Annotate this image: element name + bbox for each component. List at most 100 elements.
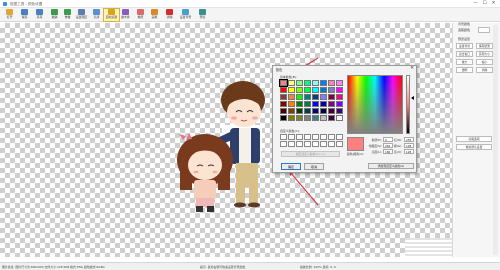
right-panel-button[interactable]: 保存结果 <box>476 43 493 49</box>
toolbar-button-magic-wand[interactable]: 魔术棒 <box>118 9 133 21</box>
toolbar-button-background[interactable]: 设置背景 <box>178 9 193 21</box>
custom-color-swatch[interactable] <box>320 141 327 147</box>
green-field[interactable]: 128 <box>404 143 414 148</box>
custom-color-swatch[interactable] <box>280 134 287 140</box>
add-to-custom-colors-button[interactable]: 添加到自定义颜色(A) <box>368 163 414 169</box>
basic-color-swatch[interactable] <box>280 108 287 114</box>
basic-color-swatch[interactable] <box>280 101 287 107</box>
reset-defaults-button[interactable]: 恢复默认设置 <box>456 144 492 150</box>
basic-color-swatch[interactable] <box>304 94 311 100</box>
custom-color-swatch[interactable] <box>312 134 319 140</box>
custom-color-swatch[interactable] <box>336 141 343 147</box>
custom-color-swatch[interactable] <box>312 141 319 147</box>
basic-color-swatch[interactable] <box>336 108 343 114</box>
right-panel-button[interactable]: 适合窗口 <box>456 51 473 57</box>
basic-color-swatch[interactable] <box>288 87 295 93</box>
custom-color-swatch[interactable] <box>288 134 295 140</box>
basic-color-swatch[interactable] <box>304 108 311 114</box>
toolbar-button-brush[interactable]: 画笔 <box>147 9 162 21</box>
bg-color-swatch[interactable] <box>478 27 490 33</box>
basic-color-swatch[interactable] <box>288 80 295 86</box>
basic-color-swatch[interactable] <box>320 94 327 100</box>
basic-color-swatch[interactable] <box>336 80 343 86</box>
right-panel-button[interactable]: 透明 <box>456 67 473 73</box>
basic-color-swatch[interactable] <box>328 115 335 121</box>
basic-color-swatch[interactable] <box>328 94 335 100</box>
basic-color-swatch[interactable] <box>312 94 319 100</box>
custom-color-swatch[interactable] <box>328 134 335 140</box>
close-button[interactable]: ✕ <box>490 1 497 7</box>
basic-color-swatch[interactable] <box>320 87 327 93</box>
toolbar-button-hd[interactable]: 高清 <box>89 9 104 21</box>
custom-color-swatch[interactable] <box>288 141 295 147</box>
basic-color-swatch[interactable] <box>296 108 303 114</box>
basic-color-swatch[interactable] <box>280 87 287 93</box>
custom-color-swatch[interactable] <box>336 134 343 140</box>
basic-color-swatch[interactable] <box>328 80 335 86</box>
basic-color-swatch[interactable] <box>296 87 303 93</box>
toolbar-button-layer[interactable]: 设置图层 <box>74 9 89 21</box>
basic-color-swatch[interactable] <box>304 115 311 121</box>
basic-color-swatch[interactable] <box>312 80 319 86</box>
advanced-options-button[interactable]: 高级选项 <box>456 136 492 142</box>
custom-color-swatch[interactable] <box>304 134 311 140</box>
custom-color-swatch[interactable] <box>280 141 287 147</box>
basic-color-swatch[interactable] <box>296 94 303 100</box>
basic-color-swatch[interactable] <box>288 115 295 121</box>
basic-color-swatch[interactable] <box>304 101 311 107</box>
custom-color-swatch[interactable] <box>328 141 335 147</box>
basic-color-swatch[interactable] <box>312 101 319 107</box>
basic-color-swatch[interactable] <box>336 94 343 100</box>
maximize-button[interactable]: ☐ <box>481 1 488 7</box>
toolbar-button-clear[interactable]: 清除 <box>162 9 177 21</box>
red-field[interactable]: 255 <box>404 137 414 142</box>
luminance-arrow-icon[interactable] <box>411 96 414 100</box>
blue-field[interactable]: 128 <box>404 149 414 154</box>
basic-color-swatch[interactable] <box>320 101 327 107</box>
toolbar-button-save[interactable]: 保存 <box>17 9 32 21</box>
custom-color-swatch[interactable] <box>296 141 303 147</box>
basic-color-swatch[interactable] <box>312 87 319 93</box>
basic-color-swatch[interactable] <box>336 115 343 121</box>
right-panel-scrollbar[interactable] <box>493 25 498 255</box>
basic-color-swatch[interactable] <box>279 79 288 87</box>
basic-color-swatch[interactable] <box>320 115 327 121</box>
dialog-close-button[interactable]: ✕ <box>410 66 414 71</box>
define-custom-colors-button[interactable]: 规定自定义颜色(D) >> <box>281 151 340 157</box>
basic-color-swatch[interactable] <box>296 115 303 121</box>
right-panel-button[interactable]: 实际大小 <box>476 51 493 57</box>
luminance-slider[interactable] <box>406 75 410 134</box>
basic-color-swatch[interactable] <box>288 94 295 100</box>
toolbar-button-redo[interactable]: 重做 <box>60 9 75 21</box>
toolbar-button-eraser[interactable]: 橡皮 <box>133 9 148 21</box>
custom-color-swatch[interactable] <box>320 134 327 140</box>
right-panel-button[interactable]: 设置背景 <box>456 43 473 49</box>
basic-color-swatch[interactable] <box>328 108 335 114</box>
basic-color-swatch[interactable] <box>336 101 343 107</box>
minimize-button[interactable]: — <box>472 1 479 7</box>
basic-color-swatch[interactable] <box>296 101 303 107</box>
basic-color-swatch[interactable] <box>336 87 343 93</box>
basic-color-swatch[interactable] <box>304 87 311 93</box>
right-panel-button[interactable]: 清除 <box>476 67 493 73</box>
toolbar-button-folder-open[interactable]: 打开 <box>2 9 17 21</box>
basic-color-swatch[interactable] <box>280 94 287 100</box>
basic-color-swatch[interactable] <box>280 115 287 121</box>
basic-color-swatch[interactable] <box>312 115 319 121</box>
basic-color-swatch[interactable] <box>312 108 319 114</box>
basic-color-swatch[interactable] <box>328 87 335 93</box>
toolbar-button-preview[interactable]: 预览 <box>195 9 210 21</box>
toolbar-button-save-as[interactable]: 另存 <box>32 9 47 21</box>
basic-color-swatch[interactable] <box>296 80 303 86</box>
custom-color-swatch[interactable] <box>296 134 303 140</box>
basic-color-swatch[interactable] <box>328 101 335 107</box>
basic-color-swatch[interactable] <box>288 101 295 107</box>
color-spectrum[interactable] <box>347 75 403 134</box>
ok-button[interactable]: 确定 <box>281 163 301 170</box>
basic-color-swatch[interactable] <box>320 80 327 86</box>
toolbar-button-auto-detect[interactable]: 自动识别 <box>103 8 120 22</box>
right-panel-button[interactable]: 放大 <box>456 59 473 65</box>
basic-color-swatch[interactable] <box>288 108 295 114</box>
right-panel-button[interactable]: 缩小 <box>476 59 493 65</box>
basic-color-swatch[interactable] <box>304 80 311 86</box>
